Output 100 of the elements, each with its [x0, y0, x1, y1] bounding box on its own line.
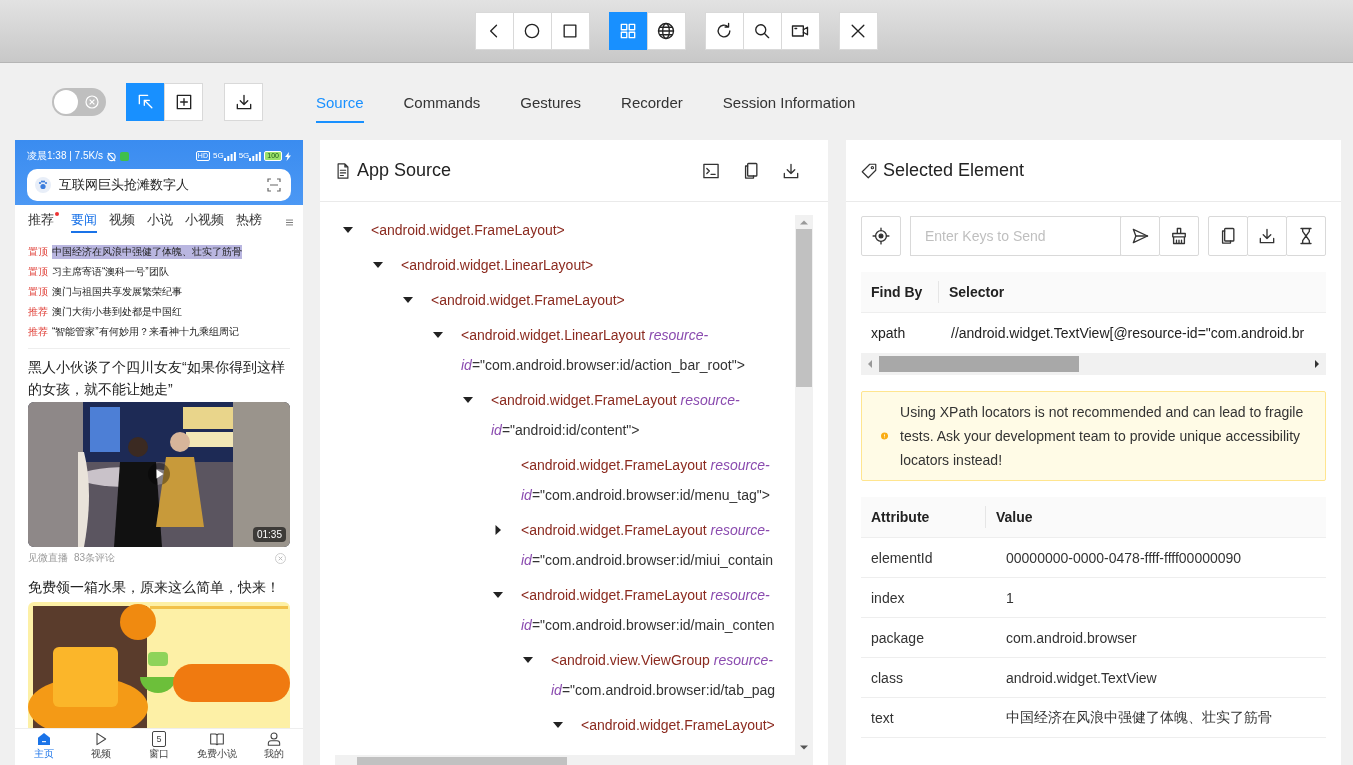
headline-link[interactable]: 习主席寄语“澳科一号”团队 [52, 265, 169, 279]
network-type: 5G [212, 151, 224, 160]
tree-node[interactable]: <android.widget.FrameLayout> [431, 285, 731, 315]
headline-link[interactable]: 澳门与祖国共享发展繁荣纪事 [52, 285, 182, 299]
status-time: 凌晨1:38 | 7.5K/s [27, 149, 103, 163]
app-notification-icon [119, 151, 129, 161]
headline-link[interactable]: 中国经济在风浪中强健了体魄、壮实了筋骨 [52, 245, 242, 259]
table-cell: 00000000-0000-0478-ffff-ffff00000090 [1006, 549, 1242, 566]
headline-tag: 推荐 [28, 325, 48, 339]
panel-title: Selected Element [883, 160, 1025, 181]
clear-button[interactable] [1159, 216, 1199, 256]
play-icon[interactable] [148, 463, 170, 485]
menu-icon[interactable] [286, 216, 293, 228]
tap-element-button[interactable] [861, 216, 901, 256]
signal-icon [249, 151, 262, 161]
nav-tab[interactable]: 主页 [15, 729, 73, 765]
document-icon [334, 161, 352, 180]
table-cell-text: //android.widget.TextView[@resource-id="com.android.br [950, 325, 1305, 341]
tree-node[interactable]: <android.widget.FrameLayout> [581, 710, 793, 740]
tree-node[interactable]: <android.view.ViewGroup resource-id="com.android.browser:id/tab_pag [551, 645, 793, 705]
channel-tab[interactable]: 推荐 [28, 211, 59, 233]
nav-tab[interactable]: 免费小说 [187, 729, 246, 765]
signal-icon [223, 151, 236, 161]
send-keys-field[interactable]: Enter Keys to Send [910, 216, 1121, 256]
paw-icon [35, 177, 51, 193]
channel-tab[interactable]: 小视频 [185, 211, 224, 233]
table-cell-text: class [870, 669, 904, 686]
download-icon [1257, 226, 1277, 246]
tab[interactable]: Recorder [621, 83, 683, 123]
channel-tab[interactable]: 小说 [147, 211, 173, 233]
globe-icon [656, 21, 676, 41]
record-button[interactable] [780, 12, 820, 50]
download-button[interactable] [1247, 216, 1287, 256]
column-header: Find By [870, 284, 924, 300]
tab-count: 5 [152, 731, 166, 747]
tree-node[interactable]: <android.widget.FrameLayout resource-id="com.android.browser:id/menu_tag"> [521, 450, 793, 510]
channel-tab[interactable]: 要闻 [71, 211, 97, 233]
headline-tag: 置顶 [28, 265, 48, 279]
video-duration: 01:35 [252, 527, 286, 542]
headline-tag: 置顶 [28, 285, 48, 299]
web-mode-button[interactable] [646, 12, 686, 50]
tap-mode-button[interactable] [164, 82, 203, 121]
home-button[interactable] [512, 12, 552, 50]
panel-title: App Source [357, 160, 452, 181]
headline-tag: 推荐 [28, 305, 48, 319]
tree-node[interactable]: <android.widget.FrameLayout> [371, 215, 671, 245]
tree-node[interactable]: <android.widget.LinearLayout resource-id="com.android.browser:id/action_bar_root"> [461, 320, 761, 380]
table-cell-text: package [870, 629, 925, 646]
table-cell: 中国经济在风浪中强健了体魄、壮实了筋骨 [1006, 708, 1272, 727]
column-header: Selector [948, 284, 1006, 300]
search-field[interactable]: 互联网巨头抢滩数字人 [27, 169, 291, 201]
grid-icon [618, 21, 638, 41]
warning-text: Using XPath locators is not recommended and can lead to fragile tests. Ask your development team to provide unique accessibility locators instead! [900, 403, 1305, 470]
scroll-right-icon[interactable] [1314, 359, 1320, 369]
tree-node[interactable]: <android.widget.FrameLayout resource-id="com.android.browser:id/main_conten [521, 580, 793, 640]
copy-attributes-button[interactable] [1208, 216, 1248, 256]
tree-node[interactable]: <android.widget.FrameLayout resource-id="android:id/content"> [491, 385, 791, 445]
tree-node[interactable]: <android.widget.FrameLayout resource-id="com.android.browser:id/miui_contain [521, 515, 793, 575]
send-icon [1130, 226, 1150, 246]
tab[interactable]: Session Information [722, 83, 856, 123]
crosshair-icon [871, 226, 891, 246]
clear-icon [1169, 226, 1189, 246]
tab[interactable]: Gestures [520, 83, 582, 123]
nav-tab[interactable]: 我的 [245, 729, 303, 765]
channel-tab[interactable]: 视频 [109, 211, 135, 233]
download-button[interactable] [224, 82, 263, 121]
table-cell: com.android.browser [1006, 629, 1137, 646]
table-cell-text: index [870, 589, 906, 606]
article-title[interactable]: 免费领一箱水果，原来这么简单，快来！ [15, 569, 303, 600]
close-circle-icon [85, 94, 99, 109]
network-type: 5G [238, 151, 250, 160]
scan-icon[interactable] [267, 178, 281, 192]
headline-tag: 置顶 [28, 245, 48, 259]
search-button[interactable] [742, 12, 782, 50]
table-cell: 1 [1006, 589, 1014, 606]
alarm-off-icon [105, 150, 117, 162]
send-keys-button[interactable] [1120, 216, 1160, 256]
table-cell-text: text [870, 709, 895, 726]
close-button[interactable] [838, 12, 878, 50]
channel-tab[interactable]: 热榜 [236, 211, 262, 233]
overview-button[interactable] [550, 12, 590, 50]
nav-tab[interactable]: 5 窗口 [130, 729, 188, 765]
comment-count: 83条评论 [74, 551, 116, 565]
book-icon [208, 731, 225, 747]
tab[interactable]: Commands [403, 83, 481, 123]
nav-tab[interactable]: 视频 [72, 729, 131, 765]
horizontal-scrollbar[interactable] [861, 353, 1326, 375]
refresh-button[interactable] [704, 12, 744, 50]
tag-icon [860, 161, 878, 180]
article-title[interactable]: 黑人小伙谈了个四川女友“如果你得到这样的女孩，就不能让她走” [15, 349, 303, 402]
search-icon [752, 21, 772, 41]
headline-link[interactable]: 澳门大街小巷到处都是中国红 [52, 305, 182, 319]
article-source: 见微直播 [28, 551, 68, 565]
timing-button[interactable] [1286, 216, 1326, 256]
headline-link[interactable]: “智能管家”有何妙用？来看神十九乘组周记 [52, 325, 239, 339]
tree-node[interactable]: <android.widget.LinearLayout> [401, 250, 701, 280]
toggle-switch[interactable] [52, 87, 106, 116]
scroll-down-icon[interactable] [799, 745, 809, 751]
vertical-scrollbar[interactable] [795, 215, 813, 755]
circle-icon [522, 21, 542, 41]
